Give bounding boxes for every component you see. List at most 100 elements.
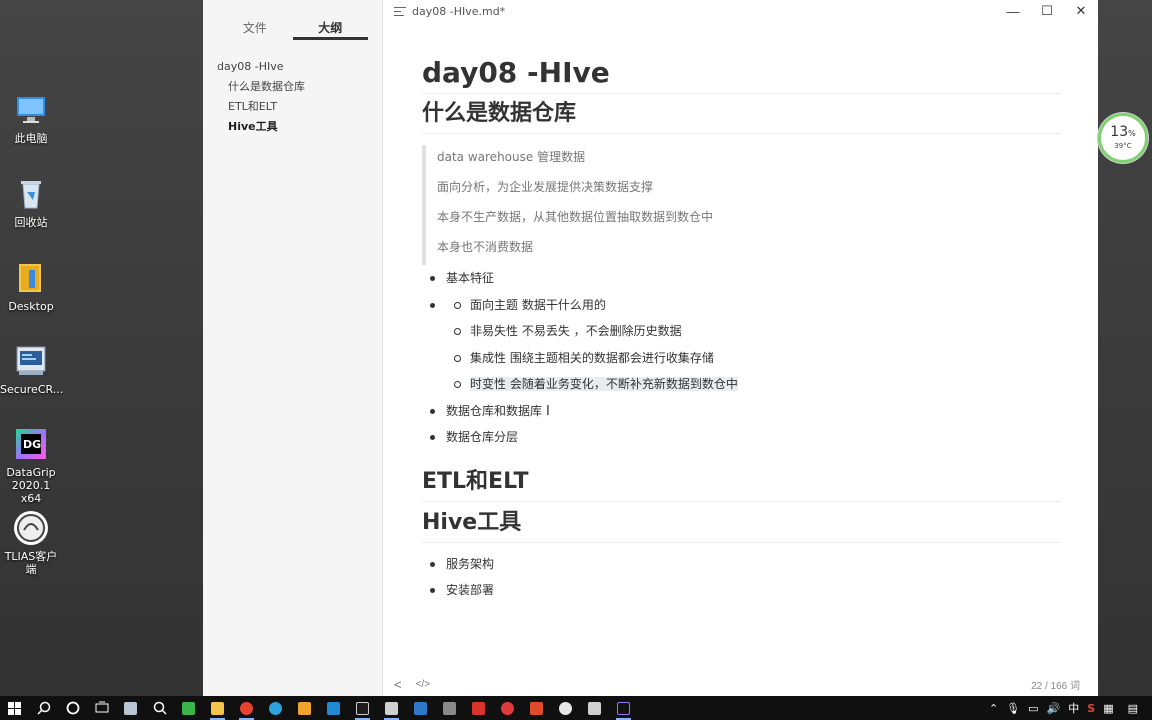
sidebar: 文件 大纲 day08 -HIve 什么是数据仓库 ETL和ELT Hive工具 [203, 0, 383, 696]
list-item-text[interactable]: 安装部署 [446, 583, 494, 597]
blockquote[interactable]: data warehouse 管理数据 面向分析，为企业发展提供决策数据支撑 本… [422, 145, 1061, 265]
gauge-percent: 13% [1110, 124, 1136, 140]
cortana-icon[interactable] [58, 696, 87, 720]
list-item-text[interactable]: 数据仓库和数据库 [446, 404, 542, 418]
list-item-text[interactable]: 数据仓库分层 [446, 430, 518, 444]
menu-icon[interactable] [394, 6, 406, 16]
sogou-icon[interactable]: S [1087, 702, 1095, 715]
desktop-icon-label: Desktop [8, 300, 54, 313]
list-item[interactable]: 数据仓库分层 [422, 424, 1061, 451]
chrome-icon[interactable] [232, 696, 261, 720]
word-count[interactable]: 22 / 166 词 [1031, 677, 1080, 692]
computer-icon [13, 92, 49, 128]
ime-indicator[interactable]: 中 [1068, 700, 1079, 716]
app-icon-blue[interactable] [406, 696, 435, 720]
highlighted-text[interactable]: 时变性 会随着业务变化，不断补充新数据到数仓中 [470, 377, 738, 391]
app-icon-white[interactable] [551, 696, 580, 720]
microphone-icon[interactable]: 🎙 [1006, 702, 1020, 715]
wps-icon[interactable] [464, 696, 493, 720]
cpu-gauge-widget[interactable]: 13% 39°C [1098, 113, 1148, 163]
list-item[interactable]: 安装部署 [422, 577, 1061, 604]
list-item-text[interactable]: 基本特征 [446, 271, 494, 285]
quote-line[interactable]: 面向分析，为企业发展提供决策数据支撑 [437, 175, 1061, 205]
app-icon-red[interactable] [493, 696, 522, 720]
text-cursor-icon: I [546, 403, 550, 419]
desktop-icon-recycle-bin[interactable]: 回收站 [0, 176, 62, 229]
outline-item-active[interactable]: Hive工具 [203, 117, 382, 137]
nested-list-container: 面向主题 数据干什么用的 非易失性 不易丢失 ，不会删除历史数据 集成性 围绕主… [422, 292, 1061, 398]
outline-item[interactable]: day08 -HIve [203, 57, 382, 77]
desktop-icon-this-pc[interactable]: 此电脑 [0, 92, 62, 145]
outline-list: day08 -HIve 什么是数据仓库 ETL和ELT Hive工具 [203, 40, 382, 137]
desktop-icon-datagrip[interactable]: DG DataGrip 2020.1 x64 [0, 426, 62, 505]
folder-icon [13, 260, 49, 296]
windows-start-icon[interactable] [0, 696, 29, 720]
document[interactable]: day08 -HIve 什么是数据仓库 data warehouse 管理数据 … [422, 52, 1061, 604]
task-view-icon[interactable] [87, 696, 116, 720]
app-icon-calc[interactable] [580, 696, 609, 720]
datagrip-icon: DG [13, 426, 49, 462]
tab-outline[interactable]: 大纲 [292, 0, 368, 40]
bullet-list: 服务架构 安装部署 [422, 551, 1061, 604]
app-icon-slack[interactable] [116, 696, 145, 720]
desktop-icon-label: SecureCR... [0, 383, 64, 396]
list-item[interactable]: 数据仓库和数据库 I [422, 398, 1061, 425]
desktop-icon-tlias[interactable]: TLIAS客户端 [0, 510, 62, 576]
nested-list-item-highlighted[interactable]: 时变性 会随着业务变化，不断补充新数据到数仓中 [422, 371, 1061, 398]
app-icon-orange[interactable] [290, 696, 319, 720]
heading-2[interactable]: 什么是数据仓库 [422, 94, 1061, 134]
network-icon[interactable]: ▭ [1028, 702, 1038, 715]
nested-list: 面向主题 数据干什么用的 非易失性 不易丢失 ，不会删除历史数据 集成性 围绕主… [422, 292, 1061, 398]
list-item-text[interactable]: 服务架构 [446, 557, 494, 571]
minimize-button[interactable]: — [996, 0, 1030, 22]
chevron-up-icon[interactable]: ⌃ [989, 702, 998, 715]
outline-item[interactable]: 什么是数据仓库 [203, 77, 382, 97]
taskbar: ⌃ 🎙 ▭ 🔊 中 S ▦ ▤ [0, 696, 1152, 720]
quote-line[interactable]: data warehouse 管理数据 [437, 145, 1061, 175]
toggle-sidebar-button[interactable]: < [394, 677, 402, 692]
title-bar: day08 -HIve.md* [384, 0, 1098, 22]
heading-2[interactable]: ETL和ELT [422, 462, 1061, 502]
desktop-icon-securecrt[interactable]: SecureCR... [0, 343, 64, 396]
sidebar-tabs: 文件 大纲 [203, 0, 382, 40]
vscode-icon[interactable] [319, 696, 348, 720]
datagrip-taskbar-icon[interactable] [609, 696, 638, 720]
tlias-icon [13, 510, 49, 546]
tab-files[interactable]: 文件 [217, 0, 293, 40]
window-controls: — ☐ ✕ [996, 0, 1098, 22]
desktop-icon-label: TLIAS客户端 [4, 550, 58, 576]
notification-icon[interactable]: ▤ [1128, 702, 1138, 715]
source-code-mode-button[interactable]: </> [416, 679, 430, 690]
xmind-icon[interactable] [522, 696, 551, 720]
quote-line[interactable]: 本身不生产数据，从其他数据位置抽取数据到数仓中 [437, 205, 1061, 235]
app-icon-green[interactable] [174, 696, 203, 720]
app-icon-snipping[interactable] [145, 696, 174, 720]
heading-1[interactable]: day08 -HIve [422, 52, 1061, 94]
desktop-icon-label: DataGrip 2020.1 x64 [6, 466, 56, 505]
nested-list-item[interactable]: 集成性 围绕主题相关的数据都会进行收集存储 [422, 345, 1061, 372]
window-title: day08 -HIve.md* [412, 4, 506, 18]
typora-icon[interactable] [377, 696, 406, 720]
desktop-icon-desktop[interactable]: Desktop [0, 260, 62, 313]
status-bar: < </> 22 / 166 词 [384, 672, 1098, 696]
pycharm-icon[interactable] [348, 696, 377, 720]
securecrt-icon [13, 343, 49, 379]
outline-item[interactable]: ETL和ELT [203, 97, 382, 117]
list-item[interactable]: 基本特征 [422, 265, 1061, 292]
maximize-button[interactable]: ☐ [1030, 0, 1064, 22]
quote-line[interactable]: 本身也不消费数据 [437, 235, 1061, 265]
bullet-list: 基本特征 面向主题 数据干什么用的 非易失性 不易丢失 ，不会删除历史数据 集成… [422, 265, 1061, 451]
volume-icon[interactable]: 🔊 [1047, 702, 1061, 715]
file-explorer-icon[interactable] [203, 696, 232, 720]
close-button[interactable]: ✕ [1064, 0, 1098, 22]
desktop-icon-label: 此电脑 [14, 132, 48, 145]
nested-list-item[interactable]: 面向主题 数据干什么用的 [422, 292, 1061, 319]
grid-icon[interactable]: ▦ [1103, 702, 1113, 715]
edge-icon[interactable] [261, 696, 290, 720]
editor-area: day08 -HIve.md* — ☐ ✕ day08 -HIve 什么是数据仓… [384, 0, 1098, 696]
heading-2[interactable]: Hive工具 [422, 503, 1061, 543]
list-item[interactable]: 服务架构 [422, 551, 1061, 578]
nested-list-item[interactable]: 非易失性 不易丢失 ，不会删除历史数据 [422, 318, 1061, 345]
search-icon[interactable] [29, 696, 58, 720]
app-icon-gray[interactable] [435, 696, 464, 720]
